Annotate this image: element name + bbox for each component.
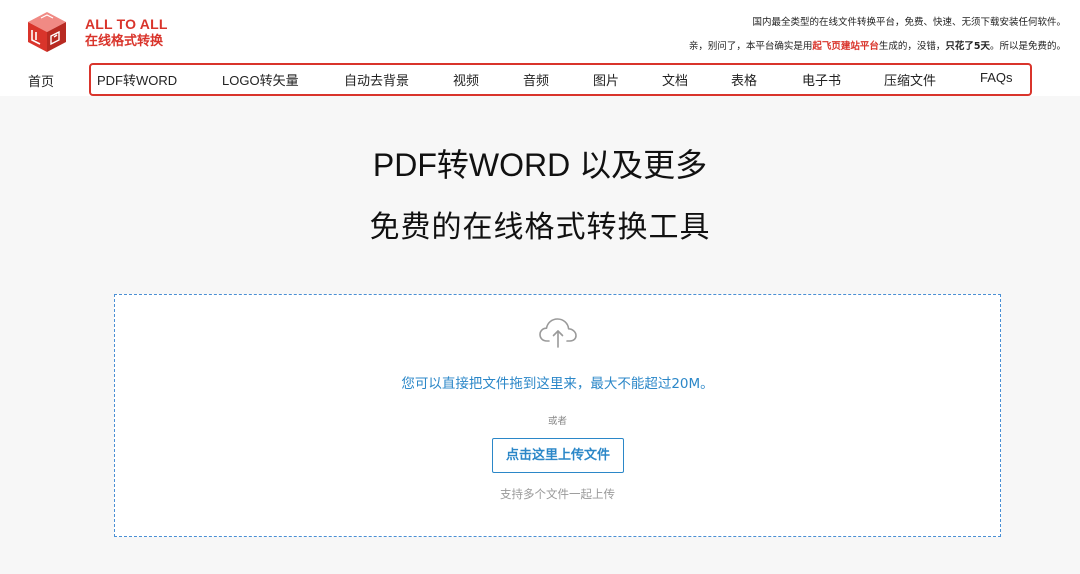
multi-upload-hint: 支持多个文件一起上传 (500, 487, 615, 501)
notice-text-c: 。所以是免费的。 (989, 41, 1066, 52)
header-notice-1: 国内最全类型的在线文件转换平台，免费、快速、无须下载安装任何软件。 (752, 17, 1066, 28)
upload-file-button[interactable]: 点击这里上传文件 (492, 438, 624, 473)
upload-dropzone[interactable]: 您可以直接把文件拖到这里来，最大不能超过20M。 或者 点击这里上传文件 支持多… (114, 294, 1001, 537)
nav-item-home[interactable]: 首页 (28, 71, 54, 90)
notice-text-b: 生成的，没错， (878, 41, 946, 52)
nav-item-faqs[interactable]: FAQs (980, 70, 1013, 85)
nav-item-audio[interactable]: 音频 (523, 70, 549, 89)
hero-title: PDF转WORD 以及更多 (372, 147, 708, 183)
drop-instruction: 您可以直接把文件拖到这里来，最大不能超过20M。 (401, 376, 714, 392)
header: ALL TO ALL 在线格式转换 国内最全类型的在线文件转换平台，免费、快速、… (0, 0, 1080, 62)
platform-link[interactable]: 起飞页建站平台 (812, 41, 879, 52)
brand-line-2: 在线格式转换 (85, 34, 164, 49)
brand-line-1: ALL TO ALL (85, 16, 168, 32)
nav-item-remove-background[interactable]: 自动去背景 (344, 70, 409, 89)
nav-bar: 首页 PDF转WORD LOGO转矢量 自动去背景 视频 音频 图片 文档 表格… (0, 62, 1080, 96)
nav-item-document[interactable]: 文档 (662, 70, 688, 89)
hero-subtitle: 免费的在线格式转换工具 (369, 210, 711, 245)
nav-item-spreadsheet[interactable]: 表格 (731, 70, 757, 89)
notice-bold: 只花了5天 (945, 41, 990, 52)
nav-item-image[interactable]: 图片 (593, 70, 619, 89)
header-notice-2: 亲，别问了，本平台确实是用起飞页建站平台生成的，没错，只花了5天。所以是免费的。 (689, 38, 1066, 52)
or-divider-text: 或者 (547, 416, 567, 427)
nav-item-pdf-to-word[interactable]: PDF转WORD (97, 70, 177, 89)
nav-item-archive[interactable]: 压缩文件 (884, 70, 936, 89)
cloud-upload-icon (539, 318, 577, 348)
nav-item-ebook[interactable]: 电子书 (802, 70, 841, 89)
nav-item-logo-to-vector[interactable]: LOGO转矢量 (222, 70, 299, 89)
brand-name[interactable]: ALL TO ALL 在线格式转换 (85, 16, 168, 50)
logo-cube-icon[interactable] (26, 10, 68, 54)
nav-item-video[interactable]: 视频 (453, 70, 479, 89)
notice-text-a: 亲，别问了，本平台确实是用 (688, 41, 813, 52)
